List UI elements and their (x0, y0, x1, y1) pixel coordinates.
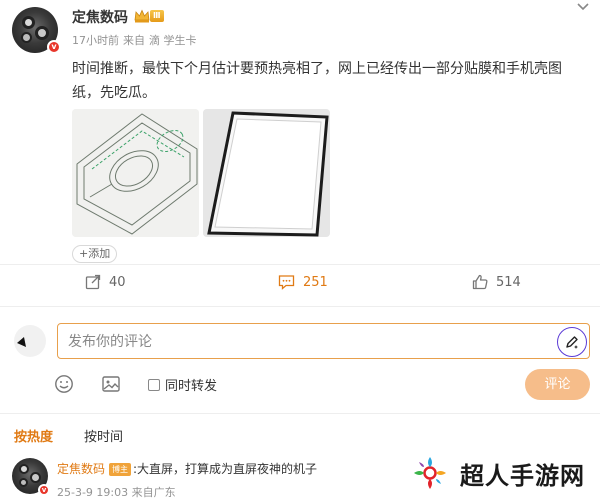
add-tag-button[interactable]: +添加 (72, 245, 118, 263)
comment-input[interactable] (68, 332, 538, 352)
verified-badge-icon: v (38, 484, 50, 496)
post-image-phone-case-drawing[interactable] (72, 109, 199, 237)
tab-sort-by-hot[interactable]: 按热度 (14, 426, 53, 445)
write-assist-button[interactable] (557, 327, 587, 357)
phone-case-sketch-icon (72, 109, 199, 237)
crown-icon (134, 9, 150, 23)
post-meta: 17小时前 来自滴 学生卡 (72, 32, 201, 48)
comment-icon (278, 275, 295, 290)
level-badge: Ⅲ (150, 10, 164, 22)
repost-icon (85, 274, 101, 290)
post-text: 时间推断，最快下个月估计要预热亮相了，网上已经传出一部分贴膜和手机壳图纸，先吃瓜… (72, 61, 562, 101)
pen-icon (566, 336, 578, 349)
author-badge: 博主 (109, 463, 132, 476)
divider (0, 413, 600, 414)
comment-meta: 25-3-9 19:03 来自广东 (57, 486, 176, 499)
watermark-logo-icon (414, 457, 446, 489)
divider (0, 306, 600, 307)
source-prefix: 来自 (123, 34, 145, 47)
repost-button[interactable]: 40 (85, 274, 126, 290)
also-repost-label: 同时转发 (165, 379, 218, 394)
post-author-name[interactable]: 定焦数码 (72, 7, 128, 27)
comment-text: :大直屏，打算成为直屏夜神的机子 (133, 462, 318, 476)
post-time[interactable]: 17小时前 (72, 34, 119, 47)
comment-author[interactable]: 定焦数码 (57, 462, 105, 476)
like-button[interactable]: 514 (472, 274, 521, 290)
watermark-text: 超人手游网 (460, 461, 585, 490)
post-image-screen-protector[interactable] (203, 109, 330, 237)
divider (0, 264, 600, 265)
like-count: 514 (496, 274, 521, 290)
also-repost-checkbox[interactable]: 同时转发 (148, 375, 217, 394)
chevron-down-icon[interactable] (576, 2, 590, 12)
repost-count: 40 (109, 274, 126, 290)
emoji-icon[interactable] (54, 374, 74, 394)
comment-input-box[interactable] (57, 323, 590, 359)
checkbox-icon[interactable] (148, 378, 160, 391)
verified-badge-icon: v (47, 40, 61, 54)
submit-comment-button[interactable]: 评论 (525, 369, 590, 400)
watermark: 超人手游网 (398, 446, 600, 500)
comment-count: 251 (303, 274, 328, 290)
tab-sort-by-time[interactable]: 按时间 (84, 426, 123, 445)
post-source[interactable]: 滴 学生卡 (149, 34, 197, 47)
comment-item: 定焦数码 博主:大直屏，打算成为直屏夜神的机子 (57, 460, 317, 477)
image-icon[interactable] (101, 374, 121, 394)
comment-button[interactable]: 251 (278, 274, 328, 290)
current-user-avatar (14, 325, 46, 357)
thumbs-up-icon (472, 274, 488, 290)
screen-protector-icon (203, 109, 330, 237)
